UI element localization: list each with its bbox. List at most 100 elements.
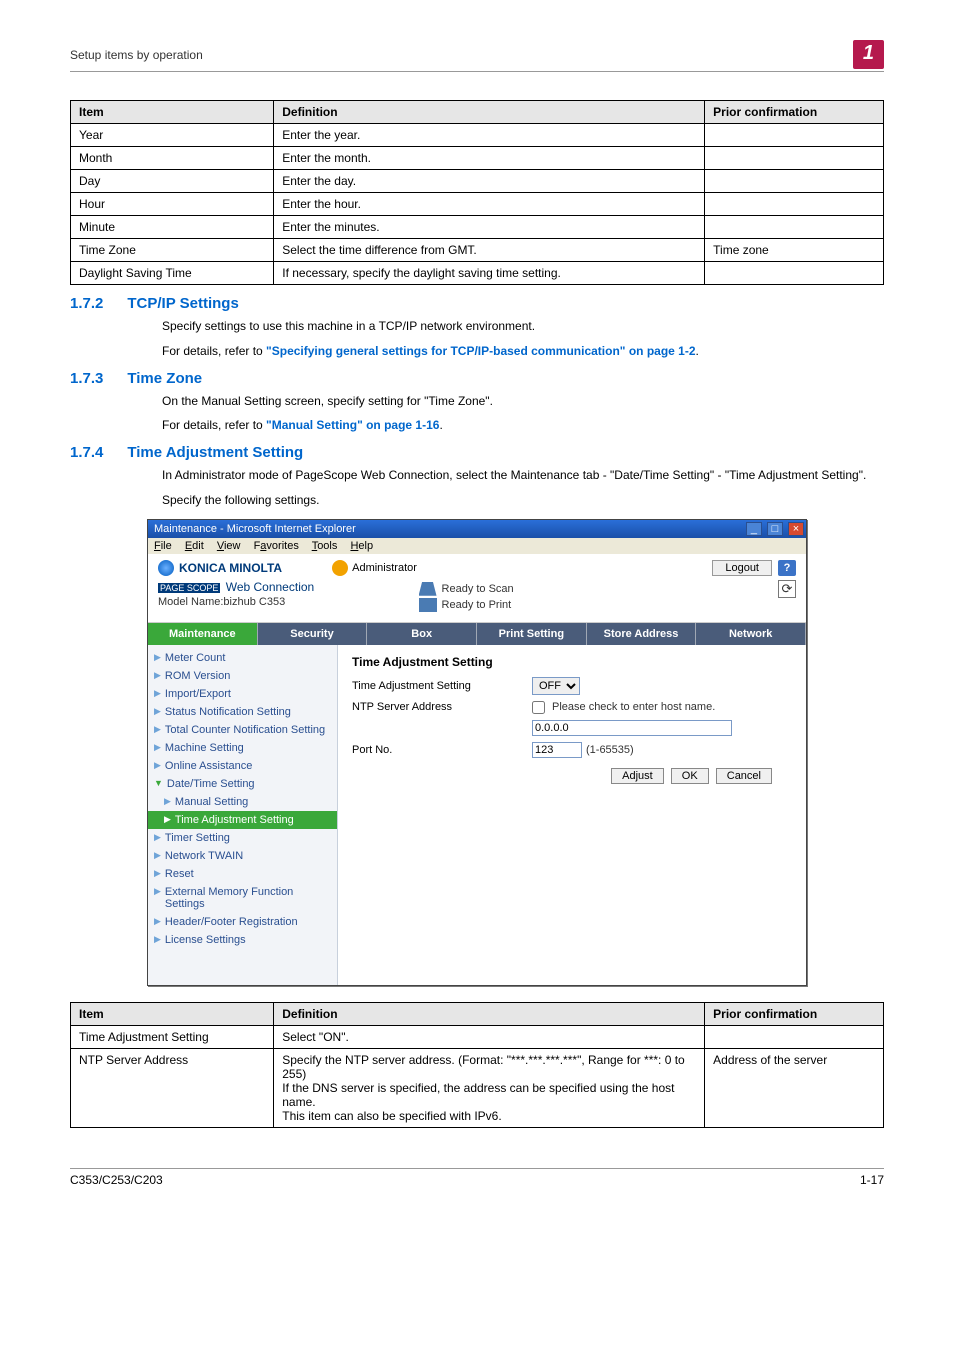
- sidebar-time-adjustment-setting[interactable]: ▶Time Adjustment Setting: [148, 811, 337, 829]
- sidebar-timer-setting[interactable]: ▶Timer Setting: [148, 829, 337, 847]
- table-row: MonthEnter the month.: [71, 147, 884, 170]
- tab-bar: Maintenance Security Box Print Setting S…: [148, 623, 806, 645]
- th-item: Item: [71, 101, 274, 124]
- tab-print-setting[interactable]: Print Setting: [477, 623, 587, 645]
- input-ntp-address[interactable]: [532, 720, 732, 736]
- sec-172-p2: For details, refer to "Specifying genera…: [162, 343, 884, 360]
- label-time-adjustment: Time Adjustment Setting: [352, 680, 532, 692]
- footer-right: 1-17: [860, 1173, 884, 1187]
- menu-edit[interactable]: Edit: [185, 540, 204, 552]
- scanner-icon: [419, 582, 437, 596]
- input-port-no[interactable]: [532, 742, 582, 758]
- th2-item: Item: [71, 1002, 274, 1025]
- pagescope-badge: PAGE SCOPE: [158, 583, 220, 593]
- sec-174-p2: Specify the following settings.: [162, 492, 884, 509]
- sec-173-p2: For details, refer to "Manual Setting" o…: [162, 417, 884, 434]
- link-manual-setting[interactable]: "Manual Setting" on page 1-16: [266, 418, 439, 432]
- sec-174-num: 1.7.4: [70, 444, 103, 461]
- sec-173-num: 1.7.3: [70, 370, 103, 387]
- table-row: Time ZoneSelect the time difference from…: [71, 239, 884, 262]
- tab-store-address[interactable]: Store Address: [587, 623, 697, 645]
- tab-maintenance[interactable]: Maintenance: [148, 623, 258, 645]
- embedded-screenshot: Maintenance - Microsoft Internet Explore…: [147, 519, 807, 986]
- sidebar-rom-version[interactable]: ▶ROM Version: [148, 667, 337, 685]
- menu-file[interactable]: File: [154, 540, 172, 552]
- sec-173-title: Time Zone: [127, 370, 202, 387]
- sidebar: ▶Meter Count ▶ROM Version ▶Import/Export…: [148, 645, 338, 985]
- label-ntp-server: NTP Server Address: [352, 701, 532, 713]
- table-row: DayEnter the day.: [71, 170, 884, 193]
- table-row: Daylight Saving TimeIf necessary, specif…: [71, 262, 884, 285]
- defs-table-1: Item Definition Prior confirmation YearE…: [70, 100, 884, 285]
- link-tcpip[interactable]: "Specifying general settings for TCP/IP-…: [266, 344, 695, 358]
- menu-help[interactable]: Help: [350, 540, 373, 552]
- minimize-button[interactable]: _: [746, 522, 762, 536]
- sidebar-network-twain[interactable]: ▶Network TWAIN: [148, 847, 337, 865]
- menubar: File Edit View Favorites Tools Help: [148, 538, 806, 554]
- sidebar-machine-setting[interactable]: ▶Machine Setting: [148, 739, 337, 757]
- cancel-button[interactable]: Cancel: [716, 768, 772, 784]
- sidebar-reset[interactable]: ▶Reset: [148, 865, 337, 883]
- panel-title: Time Adjustment Setting: [352, 655, 792, 669]
- gear-icon: [332, 560, 348, 576]
- brand-logo-icon: [158, 560, 174, 576]
- sidebar-license-settings[interactable]: ▶License Settings: [148, 931, 337, 949]
- adjust-button[interactable]: Adjust: [611, 768, 664, 784]
- window-buttons: _ □ ×: [744, 522, 804, 536]
- defs-table-2: Item Definition Prior confirmation Time …: [70, 1002, 884, 1128]
- maximize-button[interactable]: □: [767, 522, 783, 536]
- sidebar-total-counter-notification[interactable]: ▶Total Counter Notification Setting: [148, 721, 337, 739]
- th-def: Definition: [274, 101, 705, 124]
- th2-prior: Prior confirmation: [705, 1002, 884, 1025]
- table-row: MinuteEnter the minutes.: [71, 216, 884, 239]
- page-badge: 1: [853, 40, 884, 69]
- sec-172-p1: Specify settings to use this machine in …: [162, 318, 884, 335]
- sec-174-title: Time Adjustment Setting: [127, 444, 303, 461]
- table-row: HourEnter the hour.: [71, 193, 884, 216]
- refresh-icon[interactable]: ⟳: [778, 580, 796, 598]
- sidebar-header-footer[interactable]: ▶Header/Footer Registration: [148, 913, 337, 931]
- th-prior: Prior confirmation: [705, 101, 884, 124]
- sec-172-num: 1.7.2: [70, 295, 103, 312]
- menu-tools[interactable]: Tools: [312, 540, 338, 552]
- help-icon[interactable]: ?: [778, 560, 796, 576]
- label-port-no: Port No.: [352, 744, 532, 756]
- sidebar-manual-setting[interactable]: ▶Manual Setting: [148, 793, 337, 811]
- ok-button[interactable]: OK: [671, 768, 709, 784]
- menu-favorites[interactable]: Favorites: [254, 540, 299, 552]
- ready-print: Ready to Print: [442, 599, 512, 611]
- admin-label: Administrator: [352, 562, 417, 574]
- checkbox-hostname[interactable]: [532, 701, 545, 714]
- running-header: Setup items by operation: [70, 48, 203, 62]
- model-name: Model Name:bizhub C353: [158, 596, 314, 608]
- th2-def: Definition: [274, 1002, 705, 1025]
- select-time-adjustment[interactable]: OFF: [532, 677, 580, 695]
- sidebar-status-notification[interactable]: ▶Status Notification Setting: [148, 703, 337, 721]
- ready-scan: Ready to Scan: [442, 583, 514, 595]
- note-port-range: (1-65535): [586, 744, 634, 756]
- tab-security[interactable]: Security: [258, 623, 368, 645]
- tab-network[interactable]: Network: [696, 623, 806, 645]
- window-titlebar: Maintenance - Microsoft Internet Explore…: [148, 520, 806, 538]
- logout-button[interactable]: Logout: [712, 560, 772, 576]
- main-panel: Time Adjustment Setting Time Adjustment …: [338, 645, 806, 985]
- close-button[interactable]: ×: [788, 522, 804, 536]
- sec-174-p1: In Administrator mode of PageScope Web C…: [162, 467, 884, 484]
- window-title: Maintenance - Microsoft Internet Explore…: [154, 523, 356, 535]
- printer-icon: [419, 598, 437, 612]
- note-hostname: Please check to enter host name.: [552, 701, 715, 713]
- sidebar-import-export[interactable]: ▶Import/Export: [148, 685, 337, 703]
- menu-view[interactable]: View: [217, 540, 241, 552]
- sidebar-external-memory[interactable]: ▶External Memory Function Settings: [148, 883, 337, 913]
- sec-173-p1: On the Manual Setting screen, specify se…: [162, 393, 884, 410]
- brand-logo: KONICA MINOLTA: [158, 560, 282, 576]
- footer-left: C353/C253/C203: [70, 1173, 163, 1187]
- tab-box[interactable]: Box: [367, 623, 477, 645]
- table-row: YearEnter the year.: [71, 124, 884, 147]
- sec-172-title: TCP/IP Settings: [127, 295, 238, 312]
- sidebar-meter-count[interactable]: ▶Meter Count: [148, 649, 337, 667]
- sidebar-online-assistance[interactable]: ▶Online Assistance: [148, 757, 337, 775]
- sidebar-date-time-setting[interactable]: ▼Date/Time Setting: [148, 775, 337, 793]
- table-row: Time Adjustment SettingSelect "ON".: [71, 1025, 884, 1048]
- table-row: NTP Server AddressSpecify the NTP server…: [71, 1048, 884, 1127]
